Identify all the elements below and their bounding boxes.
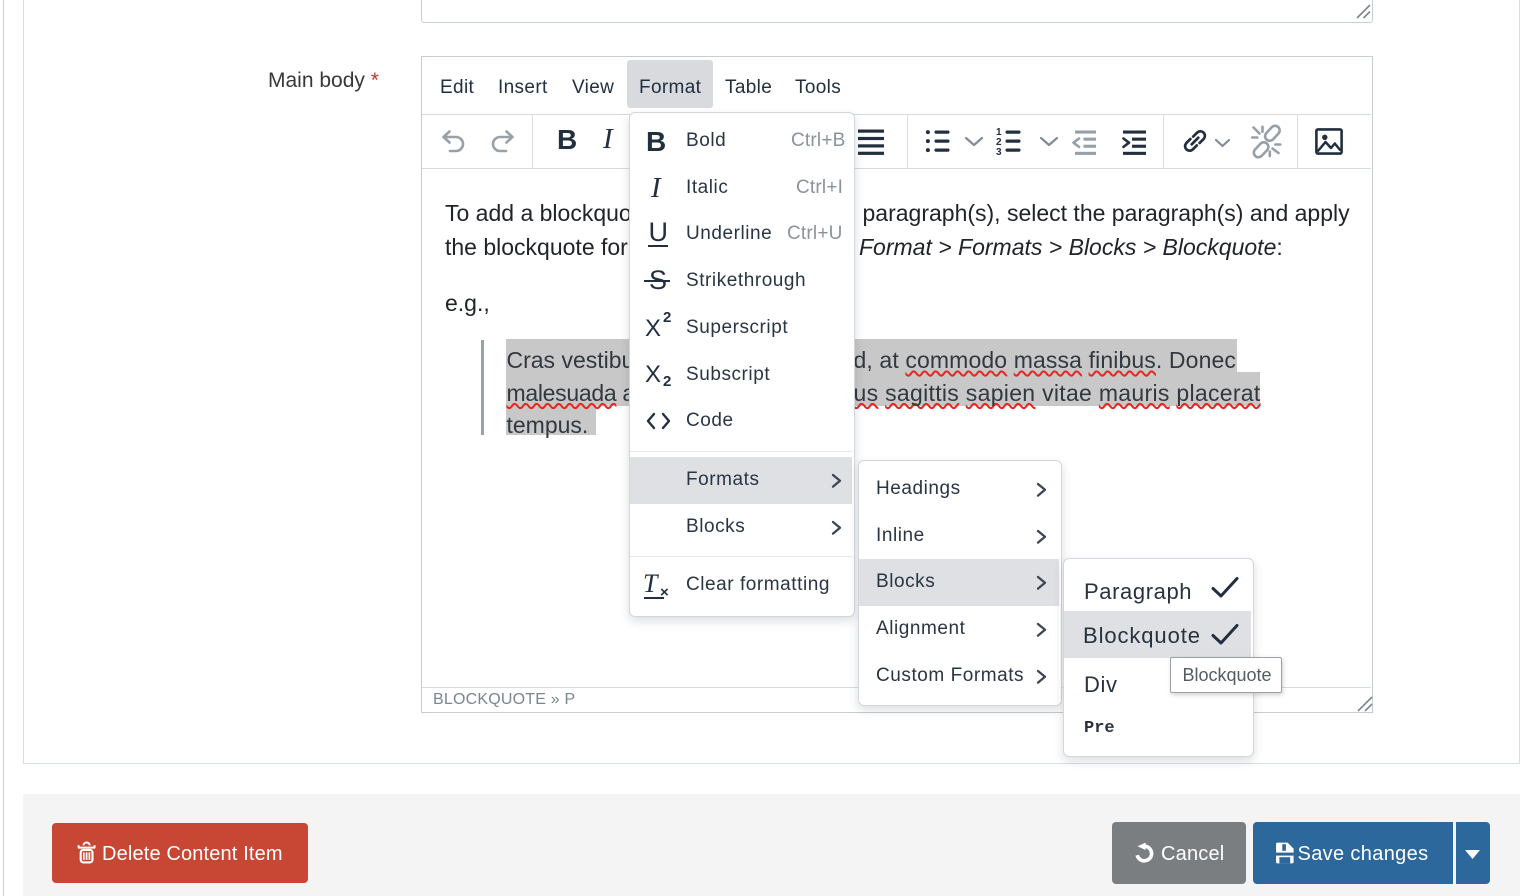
svg-text:3: 3 <box>996 147 1002 156</box>
